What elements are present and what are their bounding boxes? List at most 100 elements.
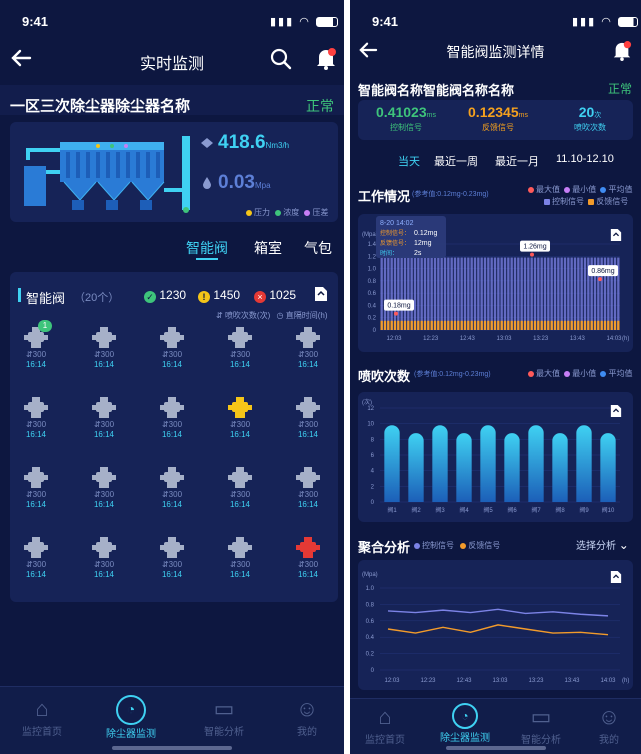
x-tick-label: 13:03 [496,336,512,342]
y-tick-label: 1.0 [366,586,375,592]
filter-2[interactable]: 最近一月 [495,153,539,169]
x-tick-label: 阀8 [555,506,565,514]
valve-item[interactable]: ⇵300 16:14 [84,326,124,390]
valve-icon [228,397,252,418]
bar-feedback-signal [460,320,463,330]
valve-icon [160,397,184,418]
segment-tab-chamber[interactable]: 箱室 [254,238,282,258]
x-tick-label: 13:43 [570,336,586,342]
tab-profile[interactable]: ☺ 我的 [282,695,332,738]
y-tick-label: 0 [371,500,375,506]
segment-active-indicator [196,258,218,260]
bar-control-signal [533,257,537,330]
flow-icon [200,136,214,154]
warning-icon: ! [198,291,210,303]
valves-count: （20个） [74,292,120,304]
bar-control-signal [380,257,383,330]
tab-profile[interactable]: ☺ 我的 [586,703,632,746]
bell-icon[interactable] [612,40,632,67]
valve-item[interactable]: ⇵300 16:14 [152,466,192,530]
tab-home[interactable]: ⌂ 监控首页 [360,703,410,746]
tab-home[interactable]: ⌂ 监控首页 [14,695,70,738]
y-tick-label: 0.4 [368,303,377,309]
tab-analysis[interactable]: ▭ 智能分析 [516,703,566,746]
error-counter: × 1025 [254,288,296,303]
valve-item[interactable]: ⇵300 16:14 [220,326,260,390]
notification-badge: 1 [38,320,52,332]
valve-item[interactable]: ⇵300 16:14 [152,536,192,600]
valve-item[interactable]: ⇵300 16:14 [152,326,192,390]
valve-icon [160,467,184,488]
status-icons: ▮▮▮ ◠ [270,15,338,28]
battery-icon [315,17,338,28]
export-icon[interactable] [610,570,622,589]
bar-feedback-signal [443,320,447,330]
x-tick-label: 14:03 [600,678,616,684]
valve-icon [24,397,48,418]
valve-item[interactable]: ⇵300 16:14 [16,466,56,530]
filter-0[interactable]: 当天 [398,153,420,169]
bar-feedback-signal [583,320,587,330]
valve-item[interactable]: ⇵300 16:14 [220,536,260,600]
bar-feedback-signal [560,320,563,330]
bar-control-signal [563,257,567,330]
tab-collector-monitor[interactable]: ◔ 除尘器监测 [434,703,496,744]
bar-control-signal [443,257,447,330]
bell-icon[interactable] [315,47,337,76]
metric-item: 0.12345ms 反馈信号 [468,104,528,132]
bar-control-signal [523,257,527,330]
export-icon[interactable] [610,404,622,423]
valve-item[interactable]: ⇵300 16:14 [288,326,328,390]
valve-item[interactable]: ⇵300 16:14 [16,536,56,600]
valve-name: 智能阀名称智能阀名称名称 [358,83,515,98]
bar-feedback-signal [423,320,427,330]
realtime-monitor-screen: 9:41 ▮▮▮ ◠ 实时监测 一区三次除尘器除尘器名称 正常 418.6Nm3… [0,0,344,754]
valve-item[interactable]: ⇵300 16:14 [288,466,328,530]
valve-item[interactable]: ⇵300 16:14 1 [16,320,56,390]
bar-feedback-signal [470,320,473,330]
bar-control-signal [400,257,403,330]
tooltip-ctrl-label: 控制信号： [380,229,410,237]
dust-collector-illustration [24,136,190,213]
bar-feedback-signal [570,320,573,330]
segment-tab-airbag[interactable]: 气包 [304,238,332,258]
monitor-chart-icon: ▭ [530,704,552,729]
export-icon[interactable] [314,286,328,307]
valve-item[interactable]: ⇵300 16:14 [84,536,124,600]
bar-feedback-signal [550,320,553,330]
bar-control-signal [407,257,410,330]
search-icon[interactable] [270,48,292,75]
bar-control-signal [463,257,467,330]
bar-control-signal [520,257,523,330]
bar-control-signal [527,257,530,330]
select-analysis-dropdown[interactable]: 选择分析 ⌄ [576,537,629,552]
segment-tab-valve[interactable]: 智能阀 [186,238,228,258]
bar-control-signal [567,257,570,330]
valve-item[interactable]: ⇵300 16:14 [220,466,260,530]
bar-control-signal [507,257,510,330]
valve-item[interactable]: ⇵300 16:14 [288,536,328,600]
export-icon[interactable] [610,228,622,247]
blow-title: 喷吹次数 [358,369,411,384]
valve-item[interactable]: ⇵300 16:14 [152,396,192,460]
tab-analysis[interactable]: ▭ 智能分析 [196,695,252,738]
valve-item[interactable]: ⇵300 16:14 [84,466,124,530]
valve-item[interactable]: ⇵300 16:14 [84,396,124,460]
y-tick-label: 12 [367,406,374,412]
valve-item[interactable]: ⇵300 16:14 [288,396,328,460]
device-overview-card: 418.6Nm3/h 0.03Mpa 压力 浓度 压差 [10,122,338,222]
filter-1[interactable]: 最近一周 [434,153,478,169]
pressure-icon [202,176,212,195]
y-tick-label: 8 [371,437,375,443]
tab-collector-monitor[interactable]: ◔ 除尘器监测 [100,695,162,740]
valve-item[interactable]: ⇵300 16:14 [220,396,260,460]
bar-feedback-signal [483,320,487,330]
bar-control-signal [530,257,533,330]
bar-control-signal [470,257,473,330]
filter-3[interactable]: 11.10-12.10 [556,153,614,165]
x-tick-label: 13:03 [492,678,508,684]
bar-feedback-signal [573,320,577,330]
valve-icon [160,327,184,348]
valve-item[interactable]: ⇵300 16:14 [16,396,56,460]
bar-feedback-signal [453,320,457,330]
